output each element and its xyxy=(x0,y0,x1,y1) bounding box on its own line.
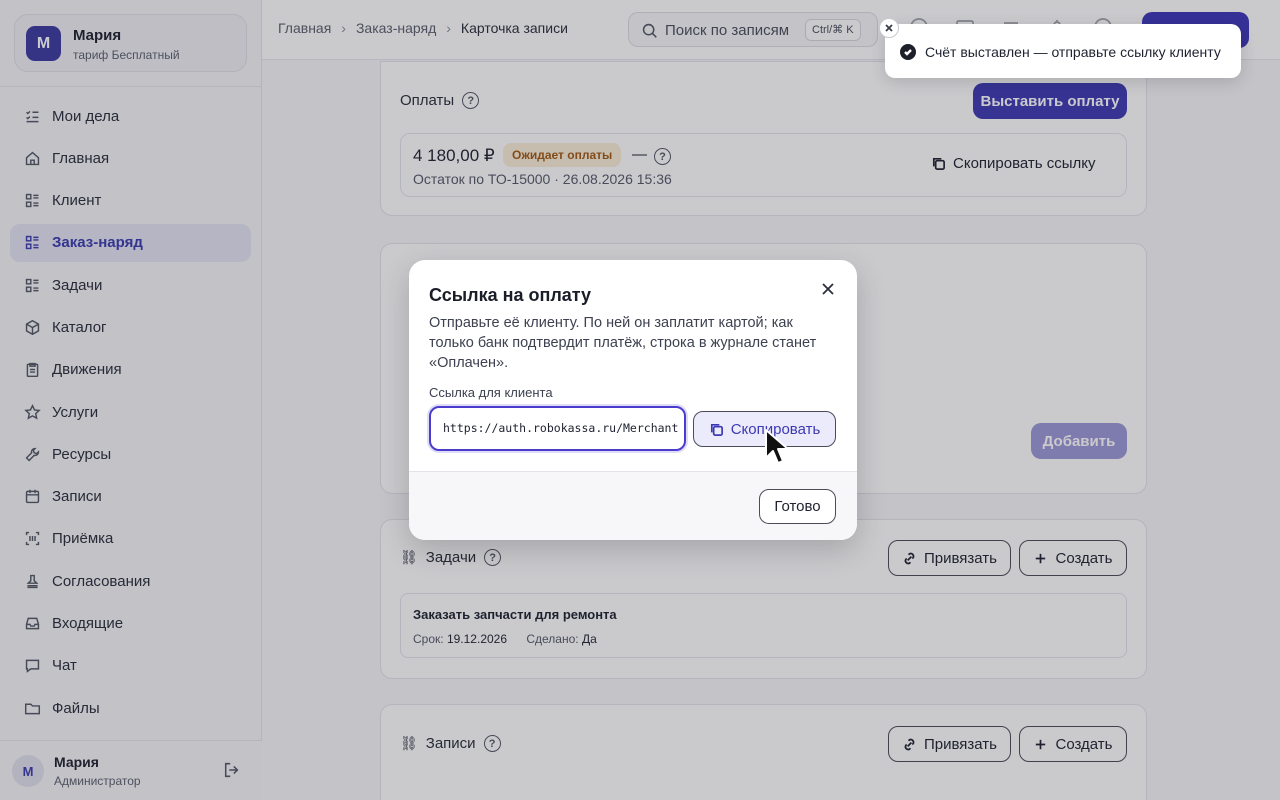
payment-link-modal: Ссылка на оплату Отправьте её клиенту. П… xyxy=(409,260,857,540)
mouse-cursor-icon xyxy=(765,429,789,464)
check-circle-icon xyxy=(900,44,916,60)
modal-footer: Готово xyxy=(409,471,857,540)
toast-message: Счёт выставлен — отправьте ссылку клиент… xyxy=(925,44,1221,60)
payment-url-field[interactable]: https://auth.robokassa.ru/Merchant xyxy=(429,406,686,451)
copy-icon xyxy=(710,423,723,436)
toast-notification: Счёт выставлен — отправьте ссылку клиент… xyxy=(879,18,1241,78)
modal-title: Ссылка на оплату xyxy=(429,285,592,305)
toast-close-icon[interactable] xyxy=(879,18,899,38)
modal-description: Отправьте её клиенту. По ней он заплатит… xyxy=(429,315,817,371)
done-button[interactable]: Готово xyxy=(759,489,836,524)
url-field-label: Ссылка для клиента xyxy=(429,385,553,400)
close-icon[interactable] xyxy=(819,280,837,298)
